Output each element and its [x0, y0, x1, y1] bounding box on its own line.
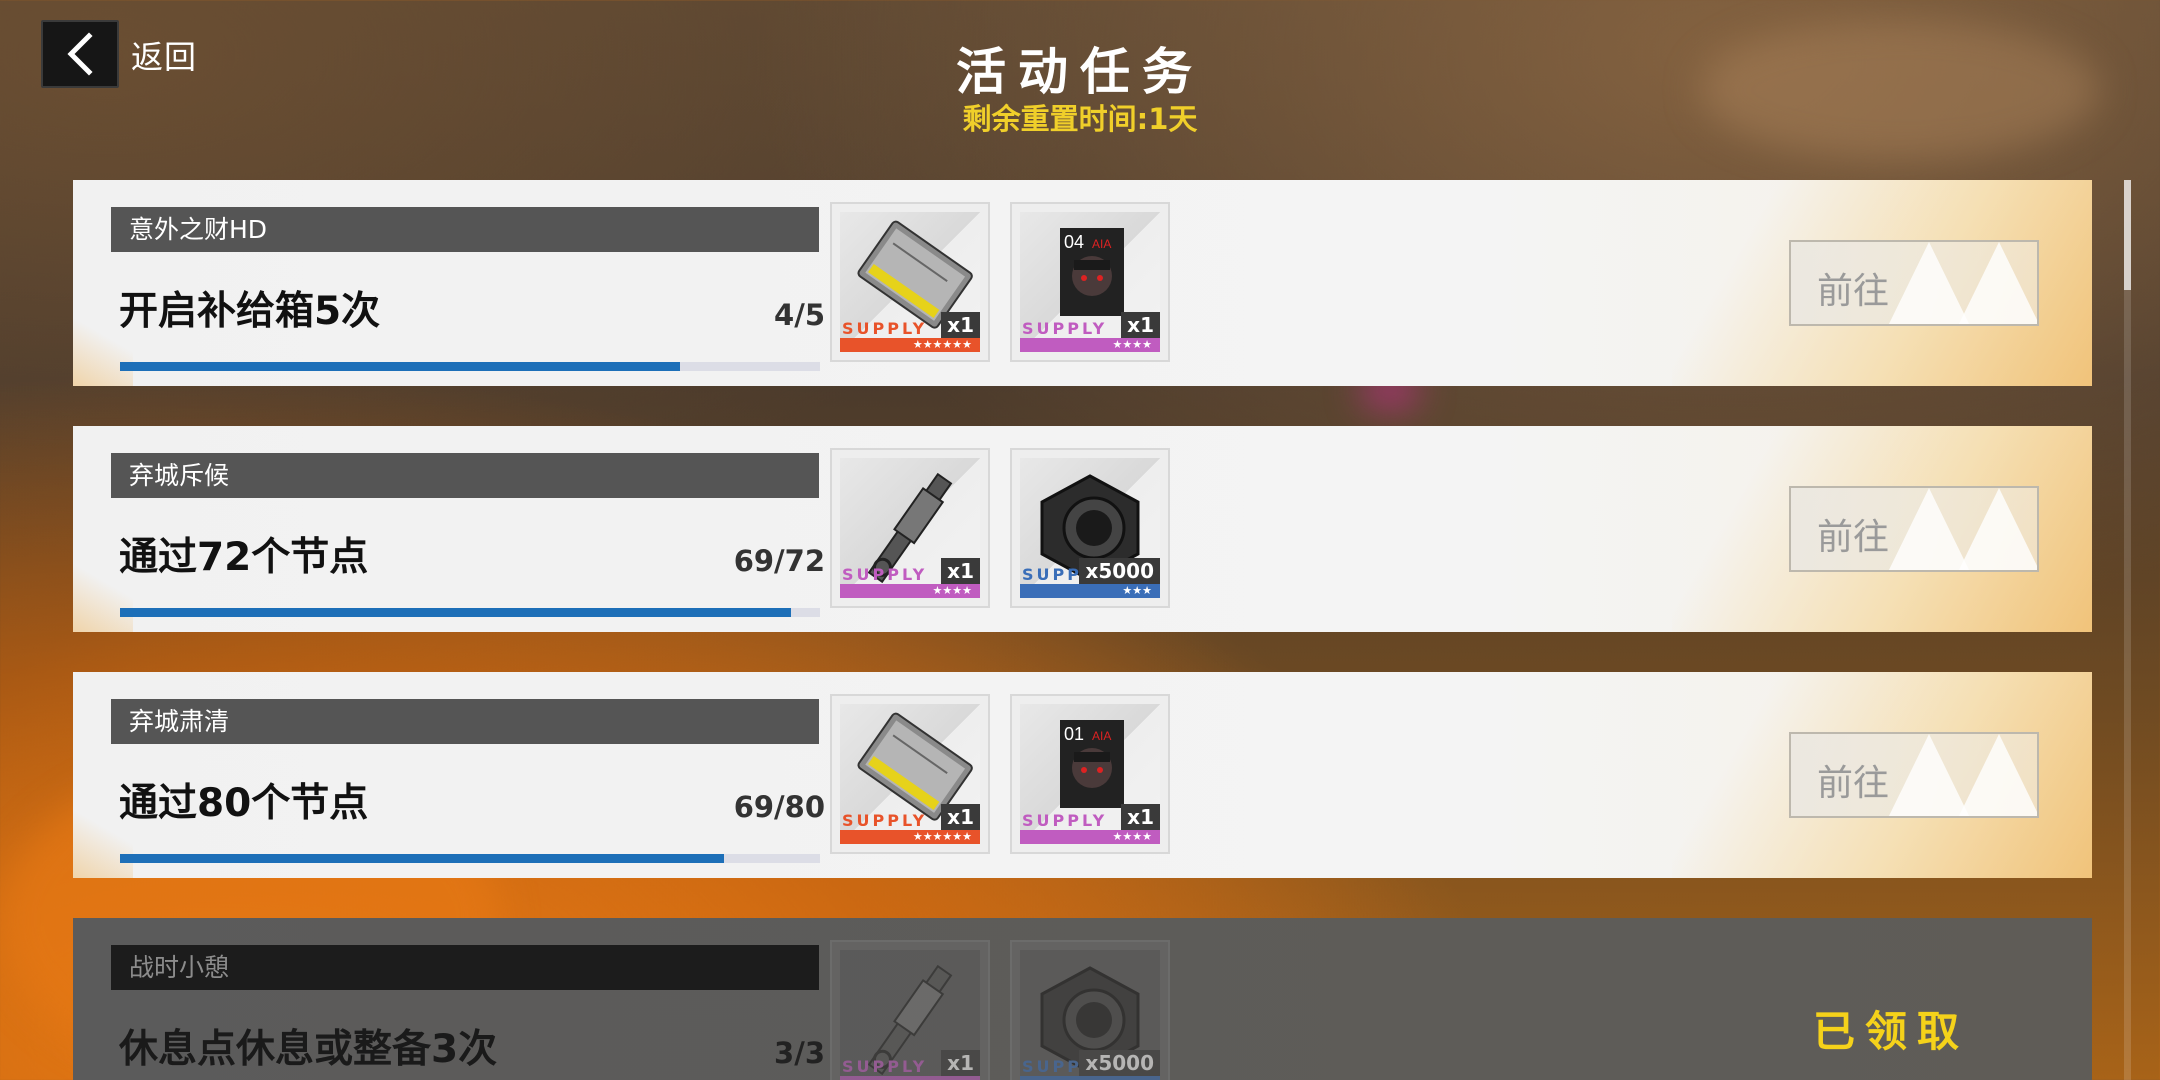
reward-rarity-stars: ★★★★	[1020, 338, 1160, 352]
reward-item[interactable]: SUPPLY x5000 ★★★	[1010, 448, 1170, 608]
claimed-label: 已领取	[1813, 1007, 1970, 1056]
task-progress-text: 69/72	[733, 544, 825, 578]
reward-supply-label: SUPPLY	[1022, 319, 1108, 338]
reward-rarity-stars: ★★★★★★	[840, 338, 980, 352]
task-card: 弃城斥候 通过72个节点 69/72 SUPPLY x1 ★★★★ SUPPLY x5000 ★…	[73, 426, 2092, 632]
button-decor	[1957, 734, 2037, 816]
svg-text:01: 01	[1064, 724, 1084, 744]
goto-button[interactable]: 前往	[1789, 240, 2039, 326]
reward-count: x1	[941, 1050, 980, 1076]
reward-rarity-stars: ★★★★	[840, 584, 980, 598]
task-tag: 弃城肃清	[111, 699, 819, 744]
progress-bar-fill	[120, 362, 680, 371]
task-tag: 弃城斥候	[111, 453, 819, 498]
reward-rarity-stars: ★★★★	[1020, 830, 1160, 844]
task-progress-text: 69/80	[733, 790, 825, 824]
task-description: 通过80个节点	[119, 781, 369, 826]
reward-count: x5000	[1079, 1050, 1160, 1076]
reset-value: 1天	[1148, 102, 1198, 136]
reward-item[interactable]: SUPPLY x1	[830, 940, 990, 1080]
reward-rarity-stars	[840, 1076, 980, 1080]
progress-bar	[120, 362, 820, 371]
progress-bar	[120, 608, 820, 617]
reward-supply-label: SUPPLY	[842, 565, 928, 584]
reset-timer: 剩余重置时间:1天	[0, 96, 2160, 138]
reward-supply-label: SUPPLY	[1022, 811, 1108, 830]
reward-count: x1	[1121, 804, 1160, 830]
task-card: 战时小憩 休息点休息或整备3次 3/3 SUPPLY x1 SUPPLY x5000 已领取	[73, 918, 2092, 1080]
reward-item[interactable]: SUPPLY x1 ★★★★★★	[830, 694, 990, 854]
task-tag: 战时小憩	[111, 945, 819, 990]
task-progress-text: 4/5	[774, 298, 825, 332]
reset-label: 剩余重置时间:	[962, 102, 1149, 136]
reward-count: x1	[941, 804, 980, 830]
goto-button-label: 前往	[1817, 517, 1890, 558]
goto-button-label: 前往	[1817, 271, 1890, 312]
task-card: 弃城肃清 通过80个节点 69/80 SUPPLY x1 ★★★★★★ 01 AIA SUPPL…	[73, 672, 2092, 878]
goto-button[interactable]: 前往	[1789, 486, 2039, 572]
reward-count: x1	[941, 558, 980, 584]
reward-item[interactable]: SUPPLY x1 ★★★★	[830, 448, 990, 608]
svg-text:AIA: AIA	[1092, 729, 1111, 743]
goto-button-label: 前往	[1817, 763, 1890, 804]
reward-rarity-stars: ★★★	[1020, 584, 1160, 598]
goto-button[interactable]: 前往	[1789, 732, 2039, 818]
task-description: 开启补给箱5次	[119, 289, 381, 334]
scrollbar[interactable]	[2124, 180, 2131, 1080]
reward-rarity-stars: ★★★★★★	[840, 830, 980, 844]
progress-bar-fill	[120, 608, 791, 617]
button-decor	[1957, 242, 2037, 324]
reward-supply-label: SUPPLY	[842, 1057, 928, 1076]
progress-bar-fill	[120, 854, 724, 863]
reward-count: x1	[1121, 312, 1160, 338]
scrollbar-thumb[interactable]	[2124, 180, 2131, 290]
reward-item[interactable]: SUPPLY x1 ★★★★★★	[830, 202, 990, 362]
task-description: 通过72个节点	[119, 535, 369, 580]
task-description: 休息点休息或整备3次	[119, 1027, 498, 1072]
task-progress-text: 3/3	[774, 1036, 825, 1070]
reward-item[interactable]: SUPPLY x5000	[1010, 940, 1170, 1080]
reward-count: x5000	[1079, 558, 1160, 584]
reward-item[interactable]: 01 AIA SUPPLY x1 ★★★★	[1010, 694, 1170, 854]
reward-item[interactable]: 04 AIA SUPPLY x1 ★★★★	[1010, 202, 1170, 362]
task-tag: 意外之财HD	[111, 207, 819, 252]
button-decor	[1957, 488, 2037, 570]
reward-count: x1	[941, 312, 980, 338]
reward-supply-label: SUPPLY	[842, 811, 928, 830]
svg-text:04: 04	[1064, 232, 1084, 252]
progress-bar	[120, 854, 820, 863]
task-card: 意外之财HD 开启补给箱5次 4/5 SUPPLY x1 ★★★★★★ 04 AIA SUPPL…	[73, 180, 2092, 386]
page-title: 活动任务	[956, 43, 1204, 101]
svg-text:AIA: AIA	[1092, 237, 1111, 251]
reward-supply-label: SUPPLY	[842, 319, 928, 338]
reward-rarity-stars	[1020, 1076, 1160, 1080]
